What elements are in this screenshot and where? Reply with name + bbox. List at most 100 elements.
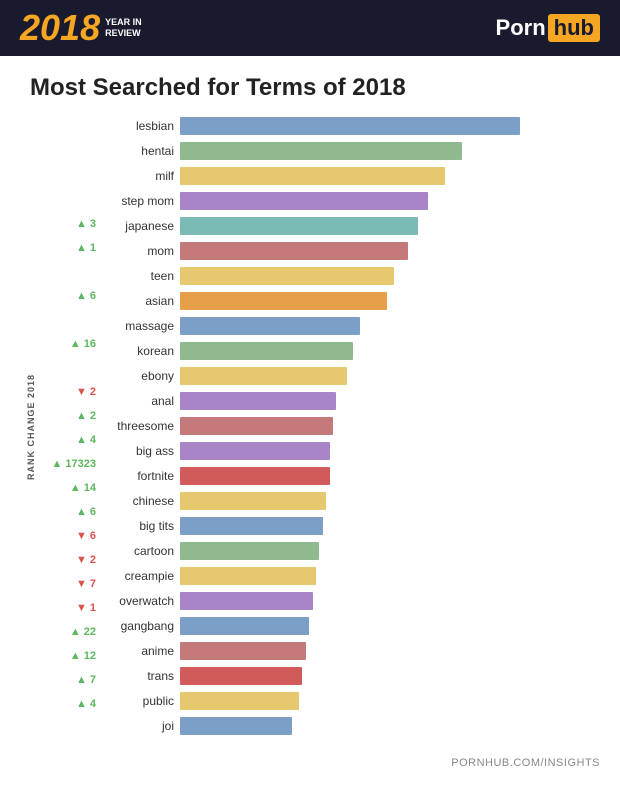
rank-cell bbox=[42, 116, 100, 140]
rank-cell: ▲ 16 bbox=[42, 332, 100, 356]
bar-fill bbox=[180, 617, 309, 635]
bar-row: cartoon bbox=[100, 539, 600, 563]
bar-label: asian bbox=[100, 294, 180, 308]
bar-track bbox=[180, 642, 600, 660]
page-title: Most Searched for Terms of 2018 bbox=[0, 56, 620, 114]
bar-fill bbox=[180, 417, 333, 435]
bar-label: creampie bbox=[100, 569, 180, 583]
bar-row: public bbox=[100, 689, 600, 713]
rank-cell: ▲ 22 bbox=[42, 620, 100, 644]
bar-track bbox=[180, 192, 600, 210]
bar-fill bbox=[180, 242, 408, 260]
rank-cell bbox=[42, 308, 100, 332]
rank-cell: ▲ 12 bbox=[42, 644, 100, 668]
rank-cell bbox=[42, 356, 100, 380]
bar-track bbox=[180, 292, 600, 310]
bar-track bbox=[180, 142, 600, 160]
rank-cell: ▲ 7 bbox=[42, 668, 100, 692]
rank-cell bbox=[42, 164, 100, 188]
bar-label: korean bbox=[100, 344, 180, 358]
logo: Porn hub bbox=[496, 14, 600, 42]
bar-track bbox=[180, 367, 600, 385]
bar-fill bbox=[180, 692, 299, 710]
bar-label: big tits bbox=[100, 519, 180, 533]
bar-label: teen bbox=[100, 269, 180, 283]
year-sub: YEAR IN REVIEW bbox=[105, 17, 142, 39]
bar-label: ebony bbox=[100, 369, 180, 383]
bar-fill bbox=[180, 167, 445, 185]
bar-track bbox=[180, 167, 600, 185]
bar-label: joi bbox=[100, 719, 180, 733]
bar-label: anal bbox=[100, 394, 180, 408]
bar-label: mom bbox=[100, 244, 180, 258]
bar-track bbox=[180, 342, 600, 360]
bar-fill bbox=[180, 342, 353, 360]
bar-fill bbox=[180, 592, 313, 610]
bar-track bbox=[180, 717, 600, 735]
bar-fill bbox=[180, 217, 418, 235]
bar-track bbox=[180, 592, 600, 610]
bar-fill bbox=[180, 117, 520, 135]
bar-row: joi bbox=[100, 714, 600, 738]
rank-cell: ▲ 4 bbox=[42, 428, 100, 452]
bar-fill bbox=[180, 542, 319, 560]
year-sub-line2: REVIEW bbox=[105, 28, 142, 39]
bar-label: trans bbox=[100, 669, 180, 683]
bar-track bbox=[180, 267, 600, 285]
bar-track bbox=[180, 617, 600, 635]
bar-track bbox=[180, 692, 600, 710]
footer: PORNHUB.COM/INSIGHTS bbox=[0, 749, 620, 777]
bar-row: mom bbox=[100, 239, 600, 263]
y-axis-label-wrap: RANK CHANGE 2018 bbox=[20, 114, 42, 739]
rank-cell: ▲ 2 bbox=[42, 404, 100, 428]
logo-porn: Porn bbox=[496, 15, 546, 41]
bar-fill bbox=[180, 667, 302, 685]
bar-row: anime bbox=[100, 639, 600, 663]
bar-row: step mom bbox=[100, 189, 600, 213]
bar-track bbox=[180, 492, 600, 510]
bar-label: japanese bbox=[100, 219, 180, 233]
bar-row: teen bbox=[100, 264, 600, 288]
year-2018: 2018 bbox=[20, 10, 100, 46]
bar-track bbox=[180, 442, 600, 460]
bar-fill bbox=[180, 517, 323, 535]
year-badge: 2018 YEAR IN REVIEW bbox=[20, 10, 142, 46]
bar-row: massage bbox=[100, 314, 600, 338]
bar-label: public bbox=[100, 694, 180, 708]
bar-track bbox=[180, 417, 600, 435]
rank-cell: ▲ 3 bbox=[42, 212, 100, 236]
bar-row: milf bbox=[100, 164, 600, 188]
rank-cell: ▼ 1 bbox=[42, 596, 100, 620]
bar-fill bbox=[180, 717, 292, 735]
year-sub-line1: YEAR IN bbox=[105, 17, 142, 28]
bar-fill bbox=[180, 192, 428, 210]
rank-change-column: ▲ 3▲ 1▲ 6▲ 16▼ 2▲ 2▲ 4▲ 17323▲ 14▲ 6▼ 6▼… bbox=[42, 114, 100, 739]
bar-label: cartoon bbox=[100, 544, 180, 558]
bar-label: massage bbox=[100, 319, 180, 333]
bar-fill bbox=[180, 392, 336, 410]
bar-label: chinese bbox=[100, 494, 180, 508]
chart-area: RANK CHANGE 2018 ▲ 3▲ 1▲ 6▲ 16▼ 2▲ 2▲ 4▲… bbox=[0, 114, 620, 749]
rank-cell: ▲ 1 bbox=[42, 236, 100, 260]
bar-row: ebony bbox=[100, 364, 600, 388]
bar-row: anal bbox=[100, 389, 600, 413]
bar-label: hentai bbox=[100, 144, 180, 158]
rank-cell: ▼ 2 bbox=[42, 380, 100, 404]
bar-track bbox=[180, 392, 600, 410]
rank-cell: ▲ 4 bbox=[42, 692, 100, 716]
bar-label: big ass bbox=[100, 444, 180, 458]
bars-area: lesbianhentaimilfstep momjapanesemomteen… bbox=[100, 114, 600, 739]
bar-track bbox=[180, 242, 600, 260]
bar-fill bbox=[180, 467, 330, 485]
rank-cell bbox=[42, 188, 100, 212]
bar-track bbox=[180, 542, 600, 560]
bar-fill bbox=[180, 492, 326, 510]
rank-cell: ▲ 6 bbox=[42, 500, 100, 524]
bar-row: big ass bbox=[100, 439, 600, 463]
bar-fill bbox=[180, 567, 316, 585]
bar-track bbox=[180, 467, 600, 485]
bar-row: overwatch bbox=[100, 589, 600, 613]
bar-row: gangbang bbox=[100, 614, 600, 638]
bar-row: fortnite bbox=[100, 464, 600, 488]
bar-label: overwatch bbox=[100, 594, 180, 608]
